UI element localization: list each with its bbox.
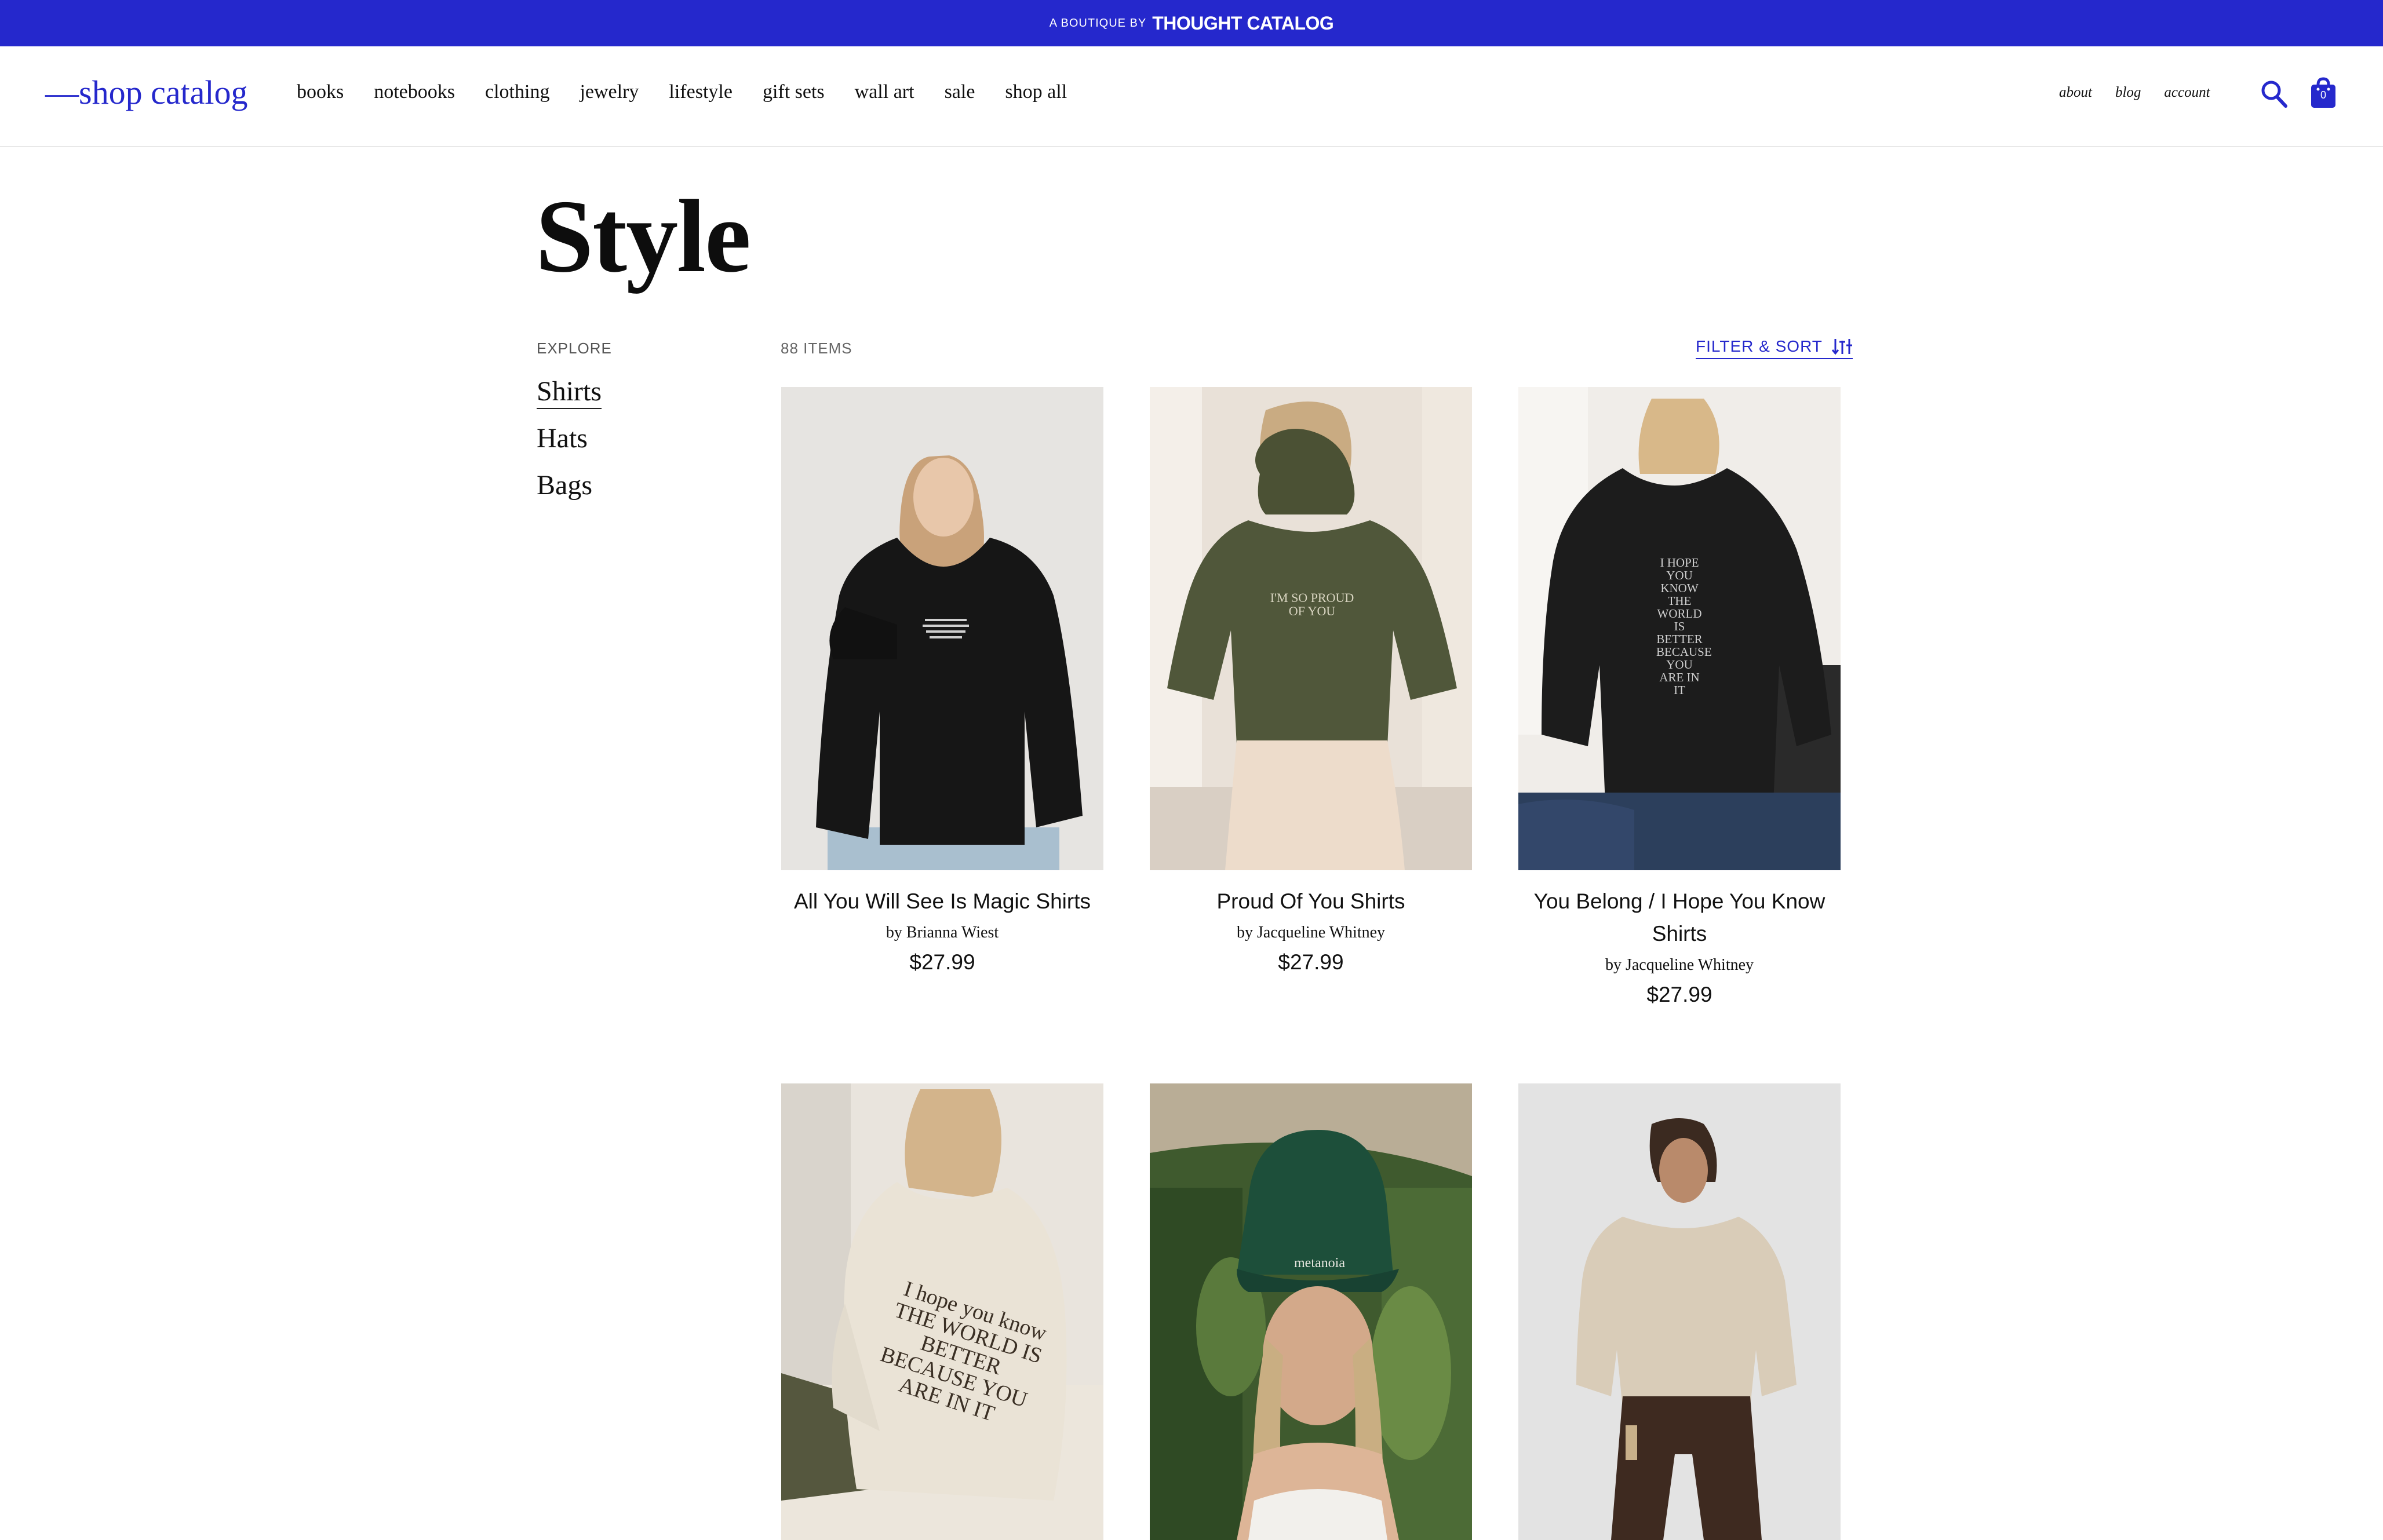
nav-notebooks[interactable]: notebooks <box>374 81 455 103</box>
product-image[interactable] <box>781 387 1103 870</box>
product-price: $27.99 <box>1646 983 1712 1006</box>
main-nav: books notebooks clothing jewelry lifesty… <box>297 81 1097 103</box>
explore-label: EXPLORE <box>537 340 612 357</box>
cart-count: 0 <box>2320 89 2326 101</box>
product-card[interactable]: All You Will See Is Magic Shirts by Bria… <box>781 387 1103 975</box>
nav-account[interactable]: account <box>2164 85 2210 101</box>
page-title: Style <box>535 178 751 294</box>
product-price: $27.99 <box>909 950 975 974</box>
model-black-hoodie-image <box>781 387 1103 870</box>
nav-about[interactable]: about <box>2059 85 2092 101</box>
utility-nav: about blog account <box>2059 85 2233 101</box>
product-name[interactable]: You Belong / I Hope You Know Shirts <box>1518 885 1841 950</box>
product-print-text: I'M SO PROUD OF YOU <box>1270 590 1354 619</box>
product-name[interactable]: All You Will See Is Magic Shirts <box>781 885 1103 918</box>
product-image[interactable]: I hope you know THE WORLD IS BETTER BECA… <box>781 1083 1103 1540</box>
explore-shirts[interactable]: Shirts <box>537 376 602 409</box>
product-image[interactable]: I HOPE YOU KNOW THE WORLD IS BETTER BECA… <box>1518 387 1841 870</box>
product-image[interactable]: I'M SO PROUD OF YOU <box>1150 387 1472 870</box>
green-metanoia-cap-image <box>1150 1083 1472 1540</box>
explore-bags[interactable]: Bags <box>537 470 592 501</box>
product-price: $27.99 <box>1278 950 1344 974</box>
nav-jewelry[interactable]: jewelry <box>580 81 639 103</box>
product-card[interactable]: metanoia <box>1150 1083 1472 1540</box>
top-banner[interactable]: A BOUTIQUE BY THOUGHT CATALOG <box>0 0 2383 46</box>
nav-books[interactable]: books <box>297 81 344 103</box>
sort-icon <box>1831 339 1852 355</box>
product-image[interactable] <box>1518 1083 1841 1540</box>
cart-button[interactable]: 0 <box>2310 76 2337 109</box>
nav-sale[interactable]: sale <box>945 81 975 103</box>
explore-item: Hats <box>537 422 602 454</box>
explore-hats[interactable]: Hats <box>537 423 588 454</box>
site-logo[interactable]: —shop catalog <box>45 73 248 112</box>
search-icon <box>2261 81 2287 108</box>
items-count: 88 ITEMS <box>781 340 852 357</box>
product-card[interactable]: I'M SO PROUD OF YOU Proud Of You Shirts … <box>1150 387 1472 975</box>
banner-prefix: A BOUTIQUE BY <box>1049 16 1147 30</box>
product-print-text: I HOPE YOU KNOW THE WORLD IS BETTER BECA… <box>1656 556 1712 698</box>
search-button[interactable] <box>2260 79 2288 109</box>
product-image[interactable]: metanoia <box>1150 1083 1472 1540</box>
model-olive-hoodie-image <box>1150 387 1472 870</box>
explore-item: Bags <box>537 469 602 501</box>
nav-clothing[interactable]: clothing <box>485 81 549 103</box>
site-header: —shop catalog books notebooks clothing j… <box>0 46 2383 147</box>
product-print-text: metanoia <box>1294 1256 1345 1271</box>
model-sand-hoodie-image <box>1518 1083 1841 1540</box>
nav-shop-all[interactable]: shop all <box>1005 81 1067 103</box>
banner-brand: THOUGHT CATALOG <box>1152 12 1334 34</box>
explore-list: Shirts Hats Bags <box>537 375 602 516</box>
product-author: by Jacqueline Whitney <box>1605 956 1754 974</box>
product-name[interactable]: Proud Of You Shirts <box>1150 885 1472 918</box>
nav-wall-art[interactable]: wall art <box>855 81 914 103</box>
product-author: by Jacqueline Whitney <box>1236 924 1386 941</box>
filter-sort-label: FILTER & SORT <box>1696 337 1823 355</box>
product-card[interactable]: I hope you know THE WORLD IS BETTER BECA… <box>781 1083 1103 1540</box>
product-card[interactable] <box>1518 1083 1841 1540</box>
nav-lifestyle[interactable]: lifestyle <box>669 81 733 103</box>
explore-item: Shirts <box>537 375 602 409</box>
filter-sort-button[interactable]: FILTER & SORT <box>1696 337 1853 359</box>
product-card[interactable]: I HOPE YOU KNOW THE WORLD IS BETTER BECA… <box>1518 387 1841 1007</box>
product-author: by Brianna Wiest <box>886 924 999 941</box>
nav-blog[interactable]: blog <box>2115 85 2141 101</box>
nav-gift-sets[interactable]: gift sets <box>763 81 825 103</box>
